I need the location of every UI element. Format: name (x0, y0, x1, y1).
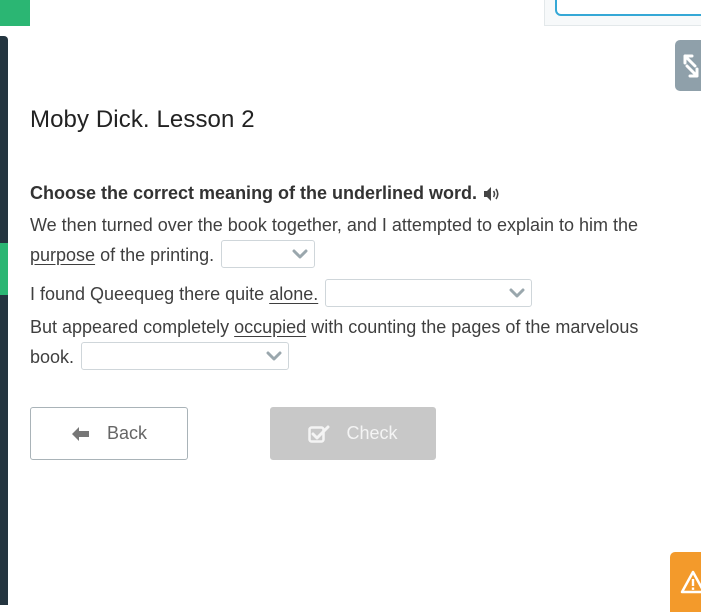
question-prompt: Choose the correct meaning of the underl… (30, 183, 501, 204)
brand-tab (0, 0, 30, 26)
underlined-word: occupied (234, 317, 307, 337)
speaker-icon[interactable] (483, 186, 501, 202)
chevron-down-icon (266, 351, 282, 361)
left-sidebar (0, 36, 8, 605)
question-text: Choose the correct meaning of the underl… (30, 183, 478, 203)
report-problem-button[interactable] (670, 552, 701, 612)
lesson-title: Moby Dick. Lesson 2 (30, 106, 255, 133)
answer-dropdown-1[interactable] (221, 240, 316, 269)
sidebar-active-marker (0, 243, 8, 295)
back-button[interactable]: Back (30, 407, 188, 460)
warning-icon (680, 570, 701, 594)
checkbox-check-icon (308, 425, 330, 443)
arrow-left-icon (71, 426, 89, 441)
answer-dropdown-3[interactable] (81, 342, 290, 371)
underlined-word: alone. (269, 284, 319, 304)
sentence-2: I found Queequeg there quite alone. (30, 279, 680, 309)
chevron-down-icon (292, 249, 308, 259)
back-label: Back (106, 423, 148, 443)
fullscreen-button[interactable] (675, 40, 701, 91)
sentence-1: We then turned over the book together, a… (30, 210, 680, 270)
underlined-word: purpose (30, 245, 96, 265)
check-label: Check (346, 423, 398, 443)
sentence-3: But appeared completely occupied with co… (30, 312, 680, 372)
chevron-down-icon (509, 288, 525, 298)
top-toolbar-button[interactable] (555, 0, 701, 16)
check-button[interactable]: Check (270, 407, 436, 460)
answer-dropdown-2[interactable] (325, 279, 533, 308)
expand-icon (683, 54, 699, 77)
